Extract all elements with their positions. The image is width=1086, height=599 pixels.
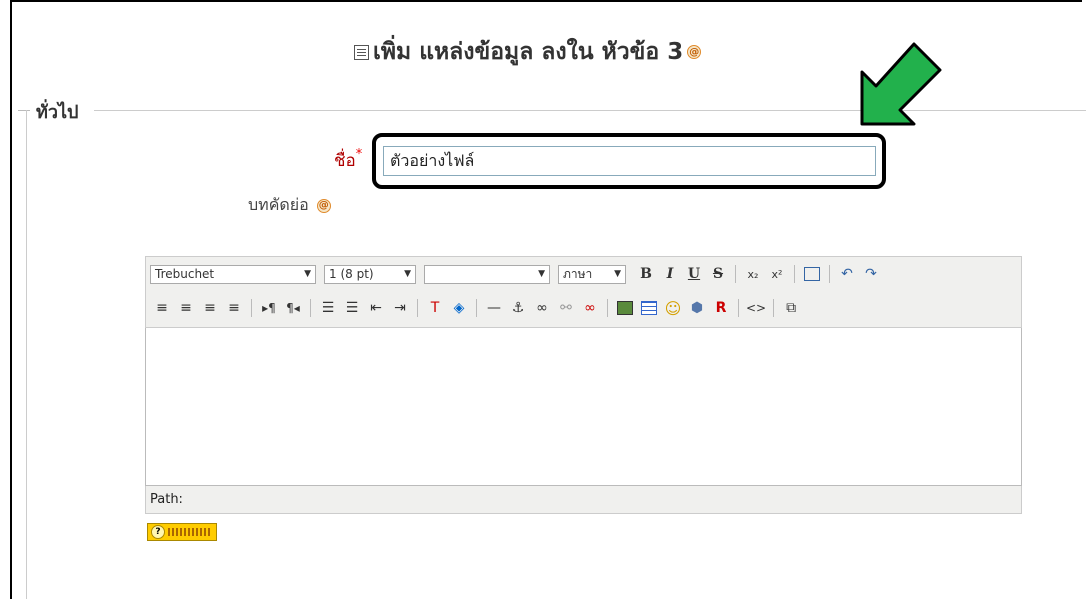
font-family-value: Trebuchet <box>155 267 215 281</box>
editor-content-area[interactable] <box>145 328 1022 486</box>
toolbar-separator <box>735 265 736 283</box>
background-color-icon[interactable]: ◈ <box>449 297 469 319</box>
help-icon[interactable]: @ <box>687 45 702 59</box>
help-question-icon: ? <box>151 525 165 539</box>
ltr-icon[interactable]: ▸¶ <box>259 297 279 319</box>
fullscreen-icon[interactable]: ⧉ <box>781 297 801 319</box>
font-size-value: 1 (8 pt) <box>329 267 374 281</box>
chevron-down-icon: ▼ <box>614 269 621 279</box>
toolbar-separator <box>251 299 252 317</box>
language-value: ภาษา <box>563 266 593 281</box>
superscript-button[interactable]: x² <box>767 263 787 285</box>
name-input[interactable] <box>383 146 876 176</box>
table-icon <box>641 301 657 315</box>
summary-label-text: บทคัดย่อ <box>248 195 309 214</box>
insert-image-button[interactable] <box>615 297 635 319</box>
toolbar-row-1: Trebuchet ▼ 1 (8 pt) ▼ ▼ ภาษา ▼ B I U S x₂ … <box>146 257 1021 291</box>
summary-label: บทคัดย่อ @ <box>248 193 331 218</box>
rtl-icon[interactable]: ¶◂ <box>283 297 303 319</box>
format-select[interactable]: ▼ <box>424 264 550 284</box>
toolbar-separator <box>773 299 775 317</box>
toolbar-separator <box>607 299 608 317</box>
insert-table-button[interactable] <box>639 297 659 319</box>
undo-button[interactable]: ↶ <box>837 263 857 285</box>
toolbar-separator <box>476 299 477 317</box>
font-family-select[interactable]: Trebuchet ▼ <box>150 264 316 284</box>
toolbar-separator <box>417 299 418 317</box>
italic-button[interactable]: I <box>660 263 680 285</box>
redo-button[interactable]: ↷ <box>861 263 881 285</box>
toolbar-separator <box>794 265 795 283</box>
search-replace-icon[interactable]: R <box>711 297 731 319</box>
toolbar-row-2: ≡ ≡ ≡ ≡ ▸¶ ¶◂ ☰ ☰ ⇤ ⇥ T ◈ — ⚓ ∞ ⚯ ∞ ☺ ⬢ <box>146 291 1021 325</box>
chevron-down-icon: ▼ <box>304 269 311 279</box>
image-icon <box>617 301 633 315</box>
keyboard-help-button[interactable]: ? <box>147 523 217 541</box>
fieldset-border-left <box>18 110 30 111</box>
smiley-icon[interactable]: ☺ <box>663 297 683 319</box>
page-title: เพิ่ม แหล่งข้อมูล ลงใน หัวข้อ 3 @ <box>354 34 702 70</box>
horizontal-rule-icon[interactable]: — <box>484 297 504 319</box>
ordered-list-icon[interactable]: ☰ <box>318 297 338 319</box>
toolbar-separator <box>738 299 739 317</box>
link-icon[interactable]: ∞ <box>532 297 552 319</box>
html-editor: Trebuchet ▼ 1 (8 pt) ▼ ▼ ภาษา ▼ B I U S x₂ … <box>145 256 1022 518</box>
strikethrough-button[interactable]: S <box>708 263 728 285</box>
chevron-down-icon: ▼ <box>538 269 545 279</box>
path-label: Path: <box>150 492 183 507</box>
chevron-down-icon: ▼ <box>404 269 411 279</box>
indent-icon[interactable]: ⇥ <box>390 297 410 319</box>
toolbar-separator <box>829 265 830 283</box>
editor-toolbar: Trebuchet ▼ 1 (8 pt) ▼ ▼ ภาษา ▼ B I U S x₂ … <box>145 256 1022 328</box>
special-char-icon[interactable]: ⬢ <box>687 297 707 319</box>
subscript-button[interactable]: x₂ <box>743 263 763 285</box>
language-select[interactable]: ภาษา ▼ <box>558 264 626 284</box>
page-title-text: เพิ่ม แหล่งข้อมูล ลงใน หัวข้อ 3 <box>373 39 684 65</box>
editor-statusbar: Path: <box>145 486 1022 514</box>
toolbar-separator <box>310 299 311 317</box>
underline-button[interactable]: U <box>684 263 704 285</box>
document-icon <box>354 44 369 60</box>
unordered-list-icon[interactable]: ☰ <box>342 297 362 319</box>
align-center-icon[interactable]: ≡ <box>176 297 196 319</box>
pointer-arrow-icon <box>860 42 942 126</box>
unlink-icon[interactable]: ⚯ <box>556 297 576 319</box>
bold-button[interactable]: B <box>636 263 656 285</box>
name-label-text: ชื่อ <box>334 151 356 171</box>
align-justify-icon[interactable]: ≡ <box>224 297 244 319</box>
nolink-icon[interactable]: ∞ <box>580 297 600 319</box>
outdent-icon[interactable]: ⇤ <box>366 297 386 319</box>
fieldset-legend: ทั่วไป <box>36 102 79 123</box>
paste-word-icon <box>804 267 820 281</box>
align-right-icon[interactable]: ≡ <box>200 297 220 319</box>
align-left-icon[interactable]: ≡ <box>152 297 172 319</box>
keyboard-icon <box>168 528 212 536</box>
required-mark: * <box>355 147 363 162</box>
paste-word-button[interactable] <box>802 263 822 285</box>
text-color-icon[interactable]: T <box>425 297 445 319</box>
html-source-button[interactable]: <> <box>746 297 766 319</box>
font-size-select[interactable]: 1 (8 pt) ▼ <box>324 264 416 284</box>
fieldset-border-side <box>26 110 27 599</box>
summary-help-icon[interactable]: @ <box>316 198 331 213</box>
anchor-icon[interactable]: ⚓ <box>508 297 528 319</box>
name-label: ชื่อ* <box>334 147 362 174</box>
